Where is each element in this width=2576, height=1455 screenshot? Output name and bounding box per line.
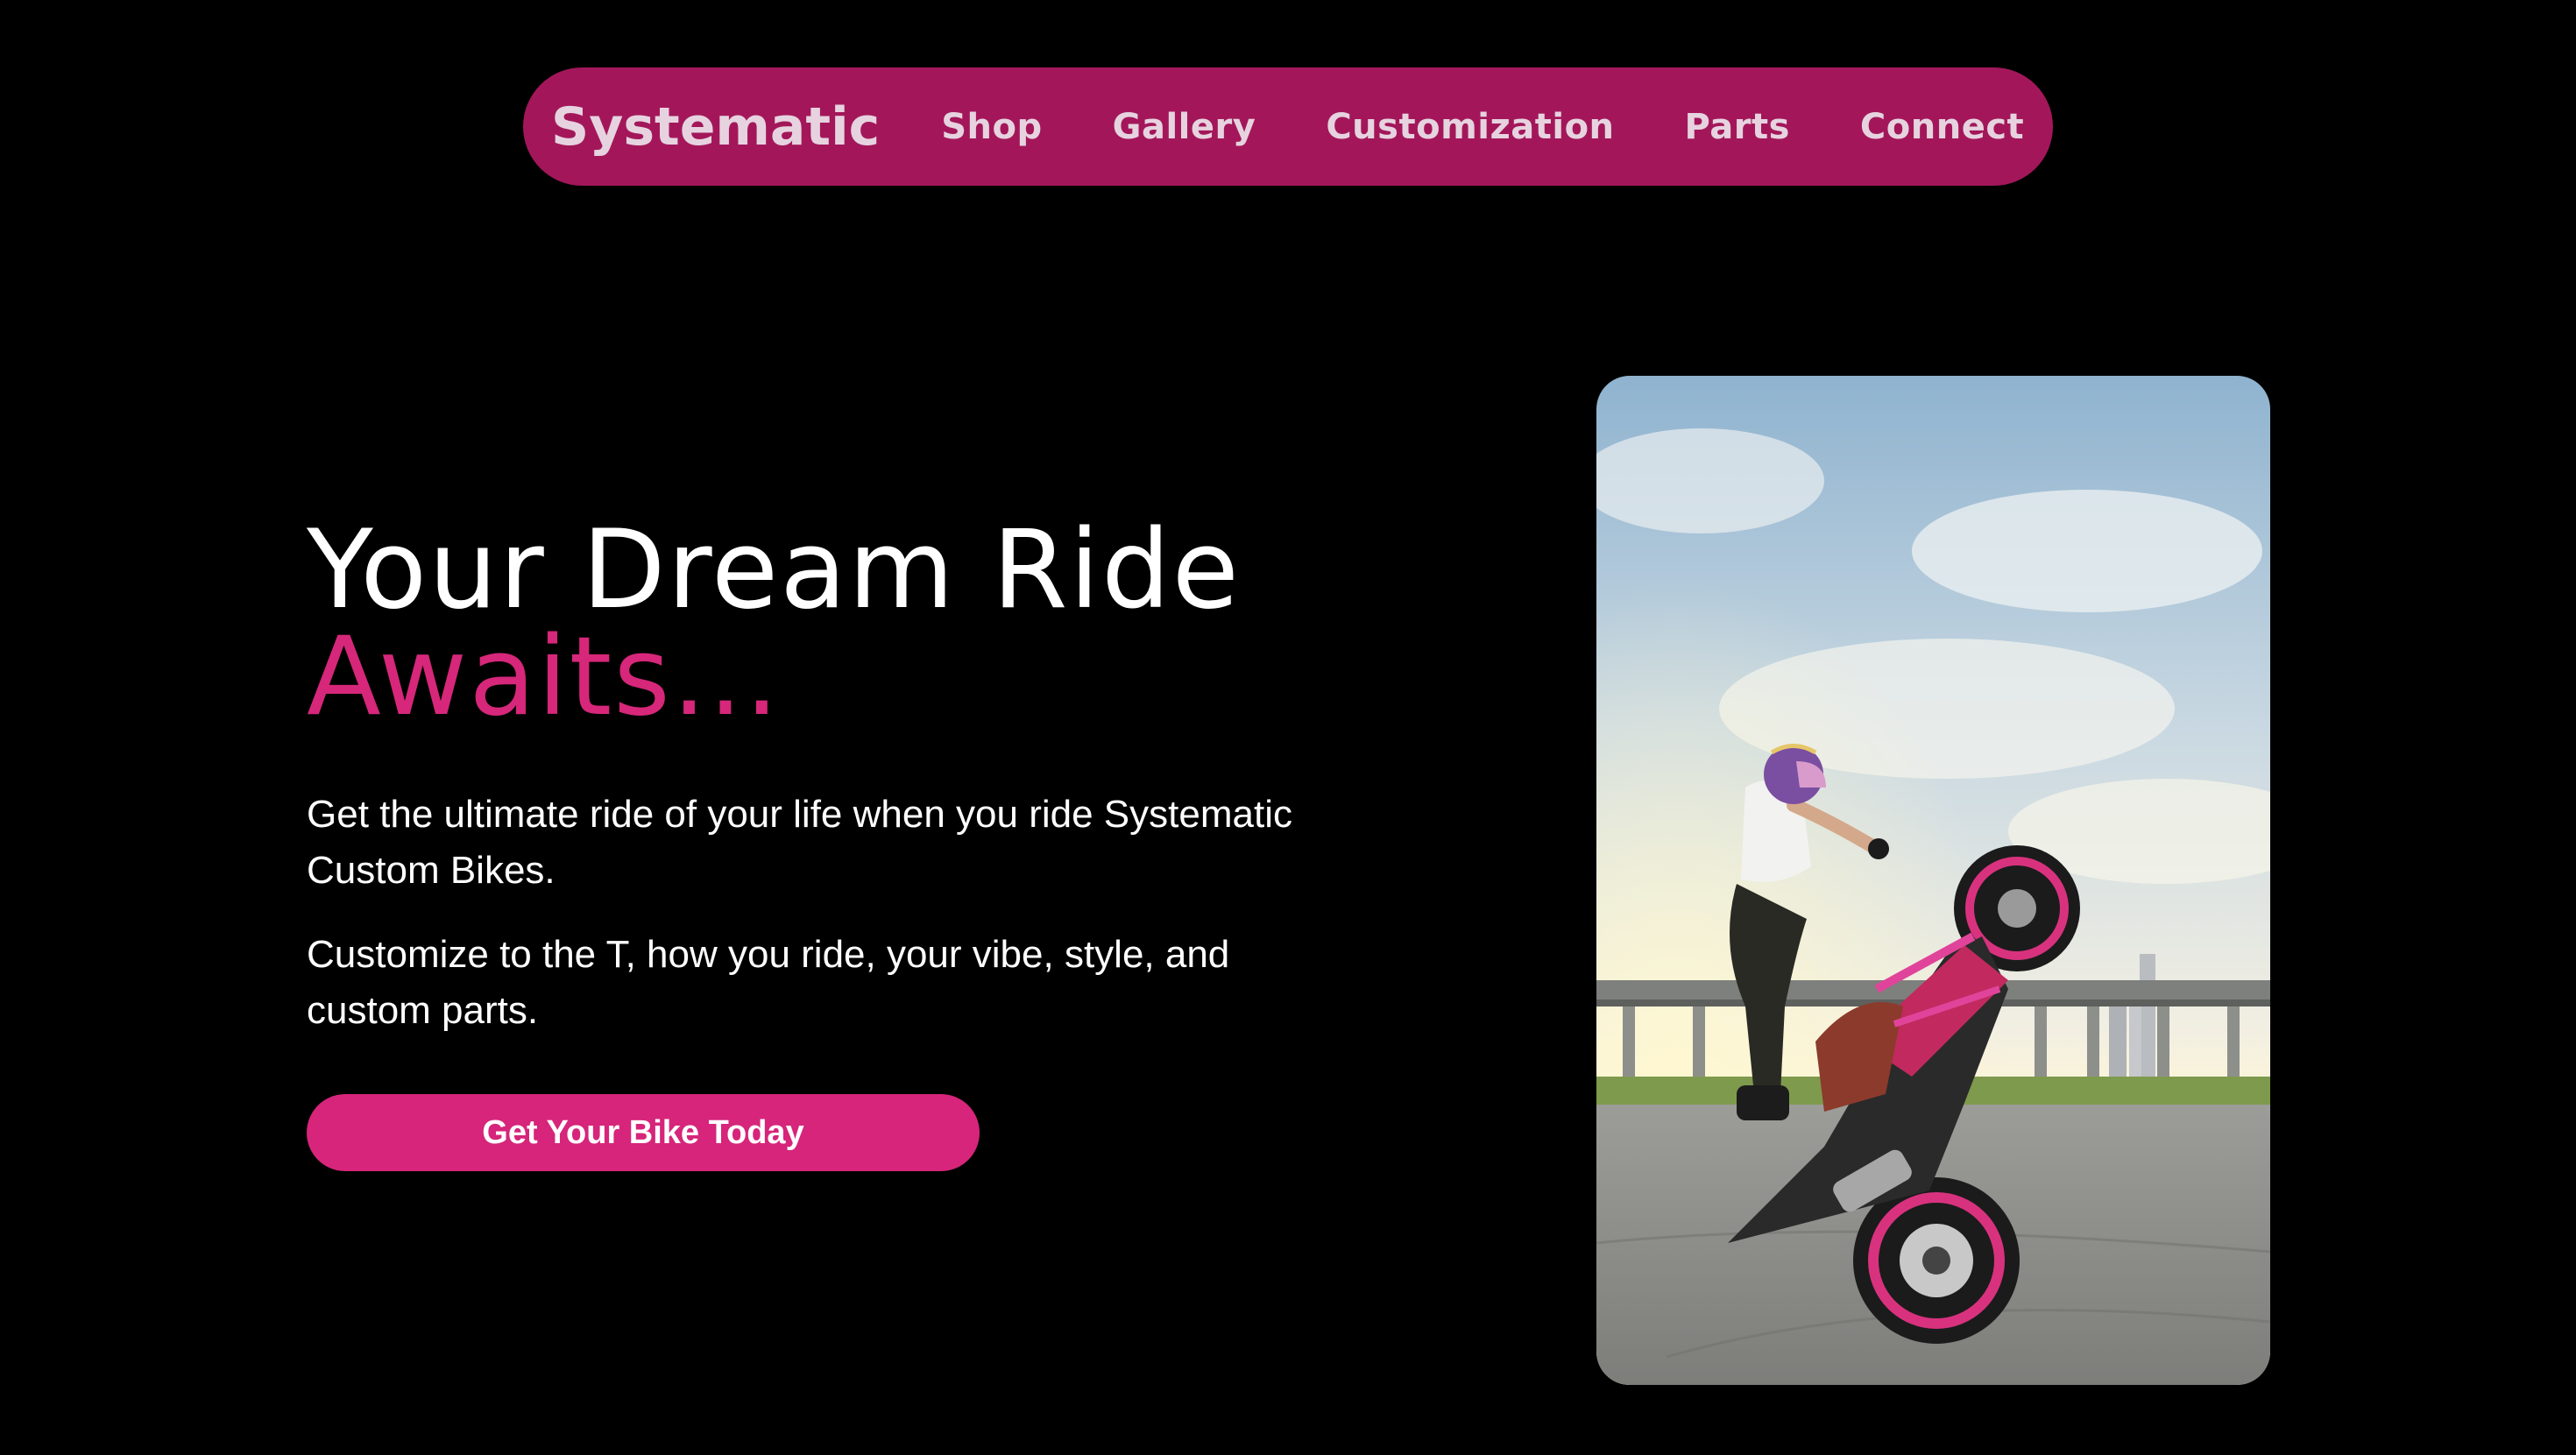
hero-motorcycle-photo (1596, 376, 2270, 1385)
nav-link-parts[interactable]: Parts (1685, 107, 1790, 147)
nav-link-gallery[interactable]: Gallery (1113, 107, 1256, 147)
nav-link-connect[interactable]: Connect (1860, 107, 2024, 147)
hero-paragraph-1: Get the ultimate ride of your life when … (307, 793, 1292, 892)
nav-links: Shop Gallery Customization Parts Connect (941, 107, 2024, 147)
main-navbar: Systematic Shop Gallery Customization Pa… (523, 67, 2053, 186)
nav-link-shop[interactable]: Shop (941, 107, 1042, 147)
hero-heading-block: Your Dream Ride Awaits... (307, 507, 1358, 740)
hero-title-line1: Your Dream Ride (307, 507, 1241, 633)
hero-paragraph-2: Customize to the T, how you ride, your v… (307, 933, 1230, 1032)
hero-title: Your Dream Ride Awaits... (307, 507, 1358, 740)
get-bike-button[interactable]: Get Your Bike Today (307, 1094, 980, 1171)
nav-link-customization[interactable]: Customization (1326, 107, 1614, 147)
hero-title-line2: Awaits... (307, 614, 782, 740)
motorcycle-stunt-image (1596, 376, 2270, 1385)
brand-logo[interactable]: Systematic (551, 96, 880, 158)
